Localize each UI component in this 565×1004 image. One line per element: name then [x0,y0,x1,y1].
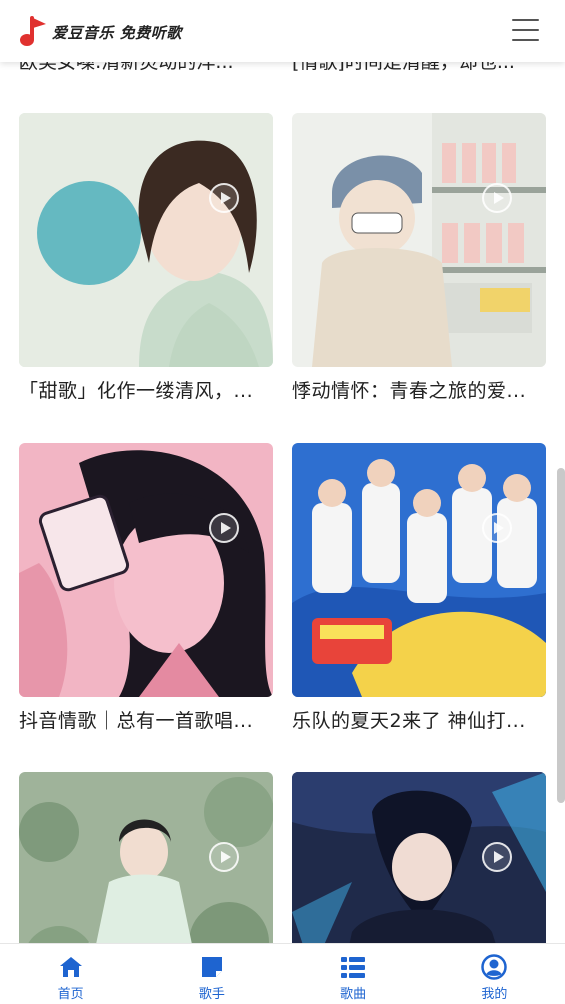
scrollbar[interactable] [557,468,565,803]
playlist-cover[interactable] [19,443,273,697]
singer-icon [201,957,222,977]
play-circle-icon[interactable] [482,842,512,872]
cover-art-band-summer [292,443,546,697]
playlist-card[interactable]: 抖音情歌｜总有一首歌唱... [19,443,273,735]
playlist-card[interactable]: 悸动情怀：青春之旅的爱... [292,113,546,405]
nav-label: 我的 [481,987,508,1002]
nav-label: 首页 [57,987,84,1002]
hamburger-menu-icon[interactable] [512,19,539,41]
play-circle-icon[interactable] [482,513,512,543]
nav-item-mine[interactable]: 我的 [424,944,565,1004]
play-circle-icon[interactable] [209,842,239,872]
play-circle-icon[interactable] [482,183,512,213]
app-logo[interactable]: 爱豆音乐 免费听歌 [18,16,182,48]
nav-item-singer[interactable]: 歌手 [141,944,282,1004]
bottom-nav: 首页 歌手 歌曲 我的 [0,943,565,1004]
playlist-cover[interactable] [292,113,546,367]
playlist-cover[interactable] [292,443,546,697]
play-circle-icon[interactable] [209,183,239,213]
nav-label: 歌曲 [340,987,367,1002]
cover-art-girl-mint [19,113,273,367]
playlist-title[interactable]: 「甜歌」化作一缕清风，... [19,377,259,405]
song-list-icon [341,957,366,978]
cover-art-illustrated-girl [19,443,273,697]
play-circle-icon[interactable] [209,513,239,543]
playlist-title[interactable]: 悸动情怀：青春之旅的爱... [292,377,532,405]
home-icon [59,957,82,977]
playlist-scroll-area[interactable]: 欧美女嗓:清新灵动的洋... [情歌]时间是清醒，却也... 「甜歌」化作一缕清… [0,0,565,1004]
nav-label: 歌手 [198,987,225,1002]
nav-item-songs[interactable]: 歌曲 [283,944,424,1004]
nav-item-home[interactable]: 首页 [0,944,141,1004]
cover-art-store-boy [292,113,546,367]
playlist-card[interactable]: 乐队的夏天2来了 神仙打... [292,443,546,735]
playlist-title[interactable]: 乐队的夏天2来了 神仙打... [292,707,532,735]
top-header: 爱豆音乐 免费听歌 [0,0,565,62]
playlist-cover[interactable] [19,113,273,367]
playlist-card[interactable]: 「甜歌」化作一缕清风，... [19,113,273,405]
playlist-title[interactable]: 抖音情歌｜总有一首歌唱... [19,707,259,735]
logo-text: 爱豆音乐 免费听歌 [52,23,182,42]
music-note-logo-icon [20,16,46,46]
user-icon [481,954,508,980]
